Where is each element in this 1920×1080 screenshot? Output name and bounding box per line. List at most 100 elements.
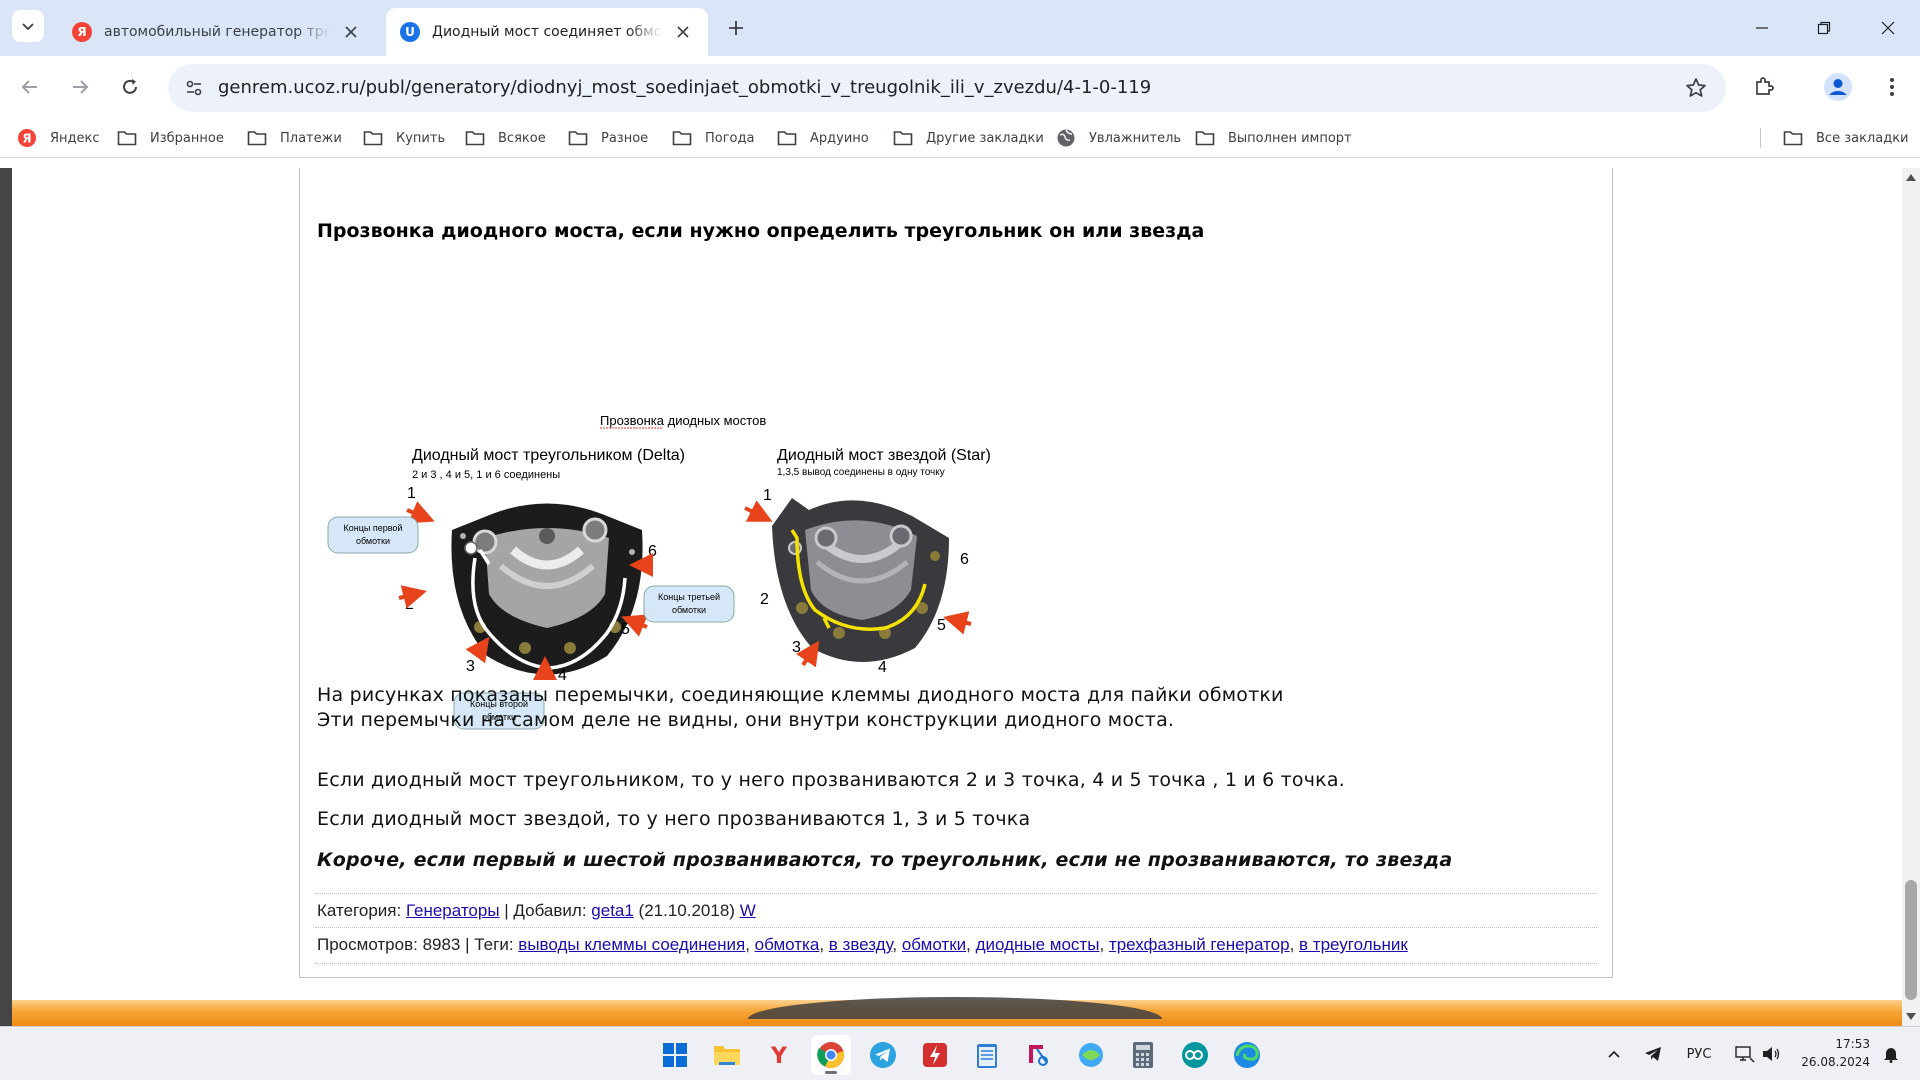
svg-text:Концы третьей: Концы третьей (658, 592, 720, 602)
bookmark-star-icon[interactable] (1682, 74, 1710, 102)
speaker-icon[interactable] (1760, 1043, 1782, 1065)
close-window-button[interactable] (1868, 10, 1908, 46)
telegram-icon[interactable] (863, 1035, 903, 1075)
calculator-icon[interactable] (1123, 1035, 1163, 1075)
bookmark-folder-weather[interactable]: Погода (671, 126, 754, 150)
article-tags: Просмотров: 8983 | Теги: выводы клеммы с… (317, 935, 1408, 954)
folder-icon (567, 129, 589, 147)
forward-button[interactable] (64, 71, 96, 103)
folder-icon (1194, 129, 1216, 147)
folder-icon (362, 129, 384, 147)
callout-third-winding: Концы третьей обмотки (643, 585, 735, 623)
tag-link[interactable]: в треугольник (1299, 935, 1408, 954)
bookmark-yandex[interactable]: Я Яндекс (16, 126, 100, 150)
close-icon[interactable] (340, 21, 362, 43)
tab-yandex-search[interactable]: Я автомобильный генератор треугольник (58, 8, 376, 56)
tag-link[interactable]: обмотки (902, 935, 966, 954)
bookmark-folder-imported[interactable]: Выполнен импорт (1194, 126, 1352, 150)
bookmark-label: Купить (396, 130, 446, 146)
arduino-icon[interactable] (1175, 1035, 1215, 1075)
bookmarks-divider (1760, 128, 1761, 148)
file-explorer-icon[interactable] (707, 1035, 747, 1075)
vertical-scrollbar[interactable] (1902, 168, 1920, 1026)
tag-link[interactable]: трехфазный генератор (1109, 935, 1290, 954)
bookmark-folder-buy[interactable]: Купить (362, 126, 445, 150)
tab-strip: Я автомобильный генератор треугольник U … (0, 0, 1920, 56)
tab-search-button[interactable] (12, 10, 44, 42)
url-text: genrem.ucoz.ru/publ/generatory/diodnyj_m… (218, 77, 1152, 98)
tag-link[interactable]: в звезду (829, 935, 893, 954)
star-point-1: 1 (763, 487, 772, 504)
views-count: Просмотров: 8983 | Теги: (317, 935, 519, 954)
back-button[interactable] (14, 71, 46, 103)
figure-title: Прозвонка диодных мостов (600, 413, 766, 428)
scroll-up-arrow-icon[interactable] (1906, 174, 1916, 181)
category-link[interactable]: Генераторы (406, 901, 500, 920)
bookmark-label: Разное (601, 130, 649, 146)
telegram-tray-icon[interactable] (1642, 1043, 1664, 1065)
snipping-tool-icon[interactable] (1019, 1035, 1059, 1075)
bookmark-folder-arduino[interactable]: Ардуино (776, 126, 869, 150)
folder-icon (464, 129, 486, 147)
paragraph-4: Если диодный мост звездой, то у него про… (317, 808, 1031, 830)
bookmark-label: Увлажнитель (1089, 130, 1182, 146)
bookmark-folder-various[interactable]: Разное (567, 126, 648, 150)
article-meta: Категория: Генераторы | Добавил: geta1 (… (317, 901, 756, 920)
tag-link[interactable]: диодные мосты (976, 935, 1100, 954)
flash-app-icon[interactable] (915, 1035, 955, 1075)
page-left-border (0, 168, 12, 1026)
tag-link[interactable]: обмотка (755, 935, 820, 954)
tag-link[interactable]: выводы клеммы соединения (518, 935, 745, 954)
edge-icon[interactable] (1227, 1035, 1267, 1075)
delta-caption: Диодный мост треугольником (Delta) (412, 447, 685, 464)
restore-button[interactable] (1804, 10, 1844, 46)
star-point-4: 4 (878, 659, 887, 676)
minimize-icon (1756, 27, 1768, 29)
profile-avatar-icon[interactable] (1822, 71, 1854, 103)
network-icon[interactable] (1734, 1043, 1756, 1065)
yandex-browser-icon[interactable]: Y (759, 1035, 799, 1075)
star-caption: Диодный мост звездой (Star) (777, 447, 991, 464)
tab-title: автомобильный генератор треугольник (104, 24, 330, 40)
network-app-icon[interactable] (1071, 1035, 1111, 1075)
delta-point-3: 3 (466, 658, 475, 675)
language-indicator[interactable]: РУС (1682, 1043, 1716, 1065)
svg-text:Я: Я (22, 132, 31, 146)
system-clock[interactable]: 17:53 26.08.2024 (1801, 1035, 1870, 1071)
site-info-icon[interactable] (180, 74, 208, 102)
minimize-button[interactable] (1742, 10, 1782, 46)
address-bar[interactable]: genrem.ucoz.ru/publ/generatory/diodnyj_m… (168, 64, 1726, 112)
chrome-icon[interactable] (811, 1035, 851, 1075)
delta-point-6: 6 (648, 543, 657, 560)
clock-date: 26.08.2024 (1801, 1055, 1870, 1069)
extensions-icon[interactable] (1748, 71, 1780, 103)
scrollbar-thumb[interactable] (1905, 880, 1917, 1000)
bookmark-folder-misc[interactable]: Всякое (464, 126, 546, 150)
bookmark-label: Платежи (280, 130, 342, 146)
all-bookmarks-button[interactable]: Все закладки (1782, 126, 1909, 150)
bookmark-folder-payments[interactable]: Платежи (246, 126, 342, 150)
scroll-down-arrow-icon[interactable] (1906, 1013, 1916, 1020)
bookmark-humidifier[interactable]: Увлажнитель (1055, 126, 1181, 150)
author-link[interactable]: geta1 (591, 901, 634, 920)
delta-point-1: 1 (407, 485, 416, 502)
reload-button[interactable] (114, 71, 146, 103)
notepad-icon[interactable] (967, 1035, 1007, 1075)
kebab-menu-icon[interactable] (1876, 71, 1908, 103)
w-link[interactable]: W (740, 901, 756, 920)
new-tab-button[interactable] (720, 12, 752, 44)
windows-start-icon[interactable] (655, 1035, 695, 1075)
bookmark-folder-favorites[interactable]: Избранное (116, 126, 224, 150)
arrow-right-icon (73, 80, 89, 94)
notification-bell-icon[interactable] (1880, 1043, 1902, 1065)
chevron-down-icon (22, 23, 34, 31)
folder-icon (246, 129, 268, 147)
paragraph-conclusion: Короче, если первый и шестой прозваниваю… (317, 849, 1453, 871)
tab-genrem-article[interactable]: U Диодный мост соединяет обмотки в треуг… (386, 8, 708, 56)
category-label: Категория: (317, 901, 402, 920)
close-icon[interactable] (672, 21, 694, 43)
chevron-up-icon[interactable] (1604, 1043, 1624, 1065)
star-subcaption: 1,3,5 вывод соединены в одну точку (777, 467, 945, 478)
bookmark-folder-other[interactable]: Другие закладки (892, 126, 1044, 150)
folder-icon (892, 129, 914, 147)
